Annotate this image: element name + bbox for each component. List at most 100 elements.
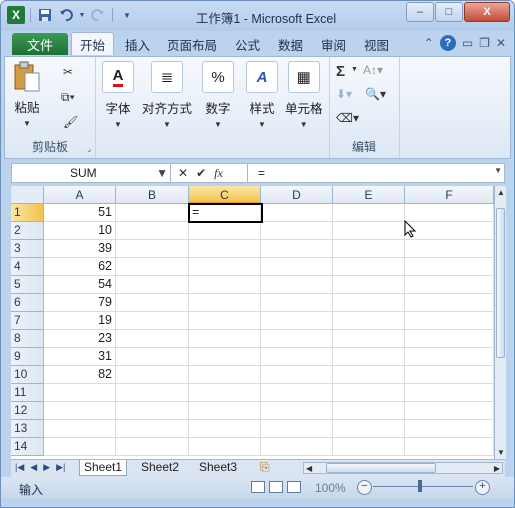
row-header[interactable]: 8: [11, 330, 44, 348]
grid-cell[interactable]: 51: [44, 204, 116, 222]
tab-home[interactable]: 开始: [71, 32, 115, 55]
grid-cell[interactable]: [405, 330, 494, 348]
grid-cell[interactable]: [261, 348, 333, 366]
grid-cell[interactable]: [44, 438, 116, 456]
grid-cell[interactable]: [116, 348, 189, 366]
last-sheet-icon[interactable]: ▶|: [56, 462, 65, 473]
grid-cell[interactable]: [333, 240, 405, 258]
tab-view[interactable]: 视图: [364, 35, 389, 54]
minimize-ribbon-icon[interactable]: ⌃: [424, 36, 434, 50]
grid-cell[interactable]: 79: [44, 294, 116, 312]
grid-cell[interactable]: [116, 366, 189, 384]
grid-cell[interactable]: [189, 276, 261, 294]
fill-icon[interactable]: ⬇▾: [336, 87, 352, 101]
grid-cell[interactable]: [261, 258, 333, 276]
grid-cell[interactable]: [116, 222, 189, 240]
expand-formula-bar-icon[interactable]: ▼: [494, 166, 502, 175]
zoom-in-icon[interactable]: +: [475, 480, 490, 495]
grid-cell[interactable]: [261, 294, 333, 312]
grid-cell[interactable]: [333, 402, 405, 420]
grid-cell[interactable]: [405, 420, 494, 438]
grid-cell[interactable]: [405, 258, 494, 276]
grid-cell[interactable]: [405, 312, 494, 330]
cancel-icon[interactable]: ✕: [178, 166, 188, 180]
horizontal-scrollbar[interactable]: ◀ ▶: [303, 462, 503, 474]
grid-cell[interactable]: [333, 438, 405, 456]
grid-cell[interactable]: [261, 312, 333, 330]
row-header[interactable]: 1: [11, 204, 44, 222]
grid-cell[interactable]: [116, 294, 189, 312]
grid-cell[interactable]: [333, 204, 405, 222]
sheet-tab-sheet1[interactable]: Sheet1: [79, 460, 128, 476]
scroll-left-icon[interactable]: ◀: [306, 464, 312, 473]
insert-function-icon[interactable]: fx: [214, 166, 223, 181]
customize-qat-icon[interactable]: ▼: [118, 6, 136, 24]
tab-page-layout[interactable]: 页面布局: [167, 35, 217, 54]
scroll-up-icon[interactable]: ▲: [497, 188, 505, 197]
insert-sheet-icon[interactable]: ⎘: [256, 460, 274, 475]
select-all-corner[interactable]: [11, 186, 44, 204]
tab-data[interactable]: 数据: [278, 35, 303, 54]
grid-cell[interactable]: [333, 366, 405, 384]
grid-cell[interactable]: [405, 402, 494, 420]
grid-cell[interactable]: [261, 384, 333, 402]
grid-cell[interactable]: [189, 312, 261, 330]
paste-dropdown-icon[interactable]: ▼: [23, 119, 31, 128]
row-header[interactable]: 3: [11, 240, 44, 258]
find-select-icon[interactable]: 🔍▾: [365, 87, 386, 101]
grid-cell[interactable]: [261, 330, 333, 348]
row-header[interactable]: 11: [11, 384, 44, 402]
grid-cell[interactable]: [116, 330, 189, 348]
grid-cell[interactable]: [189, 438, 261, 456]
grid-cell[interactable]: [405, 384, 494, 402]
grid-cell[interactable]: [405, 276, 494, 294]
save-icon[interactable]: [36, 6, 54, 24]
zoom-slider-knob[interactable]: [418, 480, 422, 492]
grid-cell[interactable]: 39: [44, 240, 116, 258]
column-header-e[interactable]: E: [333, 186, 405, 204]
grid-cell[interactable]: [333, 384, 405, 402]
redo-icon[interactable]: [89, 6, 107, 24]
column-header-c[interactable]: C: [189, 186, 261, 204]
grid-cell[interactable]: [333, 222, 405, 240]
sheet-tab-sheet3[interactable]: Sheet3: [195, 460, 241, 475]
row-header[interactable]: 2: [11, 222, 44, 240]
zoom-out-icon[interactable]: −: [357, 480, 372, 495]
grid-cell[interactable]: [405, 348, 494, 366]
prev-sheet-icon[interactable]: ◀: [30, 462, 37, 473]
vertical-scrollbar[interactable]: ▲ ▼: [494, 186, 506, 459]
autosum-icon[interactable]: Σ: [336, 63, 345, 80]
grid-cell[interactable]: [405, 438, 494, 456]
cut-icon[interactable]: ✂: [63, 65, 73, 79]
scroll-down-icon[interactable]: ▼: [497, 448, 505, 457]
row-header[interactable]: 6: [11, 294, 44, 312]
grid-cell[interactable]: [405, 366, 494, 384]
grid-cell[interactable]: [261, 276, 333, 294]
tab-formulas[interactable]: 公式: [235, 35, 260, 54]
grid-cell[interactable]: [116, 438, 189, 456]
grid-cell[interactable]: 23: [44, 330, 116, 348]
workbook-close-icon[interactable]: ✕: [496, 36, 506, 50]
grid-cell[interactable]: [189, 330, 261, 348]
grid-cell[interactable]: [189, 348, 261, 366]
tab-insert[interactable]: 插入: [125, 35, 150, 54]
grid-cell[interactable]: [189, 258, 261, 276]
sort-filter-icon[interactable]: A↕▾: [363, 63, 383, 77]
tab-review[interactable]: 审阅: [321, 35, 346, 54]
format-painter-icon[interactable]: 🖌: [63, 115, 78, 129]
grid-cell[interactable]: [405, 222, 494, 240]
column-header-d[interactable]: D: [261, 186, 333, 204]
grid-cell[interactable]: [261, 438, 333, 456]
grid-cell[interactable]: [333, 348, 405, 366]
workbook-restore-icon[interactable]: ❐: [479, 36, 490, 50]
grid-cell[interactable]: [116, 258, 189, 276]
grid-cell[interactable]: [261, 402, 333, 420]
column-header-a[interactable]: A: [44, 186, 116, 204]
grid-cell[interactable]: [189, 366, 261, 384]
paste-button[interactable]: 粘贴 ▼: [13, 61, 41, 128]
sheet-tab-sheet2[interactable]: Sheet2: [137, 460, 183, 475]
grid-cell[interactable]: [261, 366, 333, 384]
grid-cell[interactable]: [116, 384, 189, 402]
grid-cell[interactable]: [405, 240, 494, 258]
workbook-minimize-icon[interactable]: ▭: [462, 36, 473, 50]
